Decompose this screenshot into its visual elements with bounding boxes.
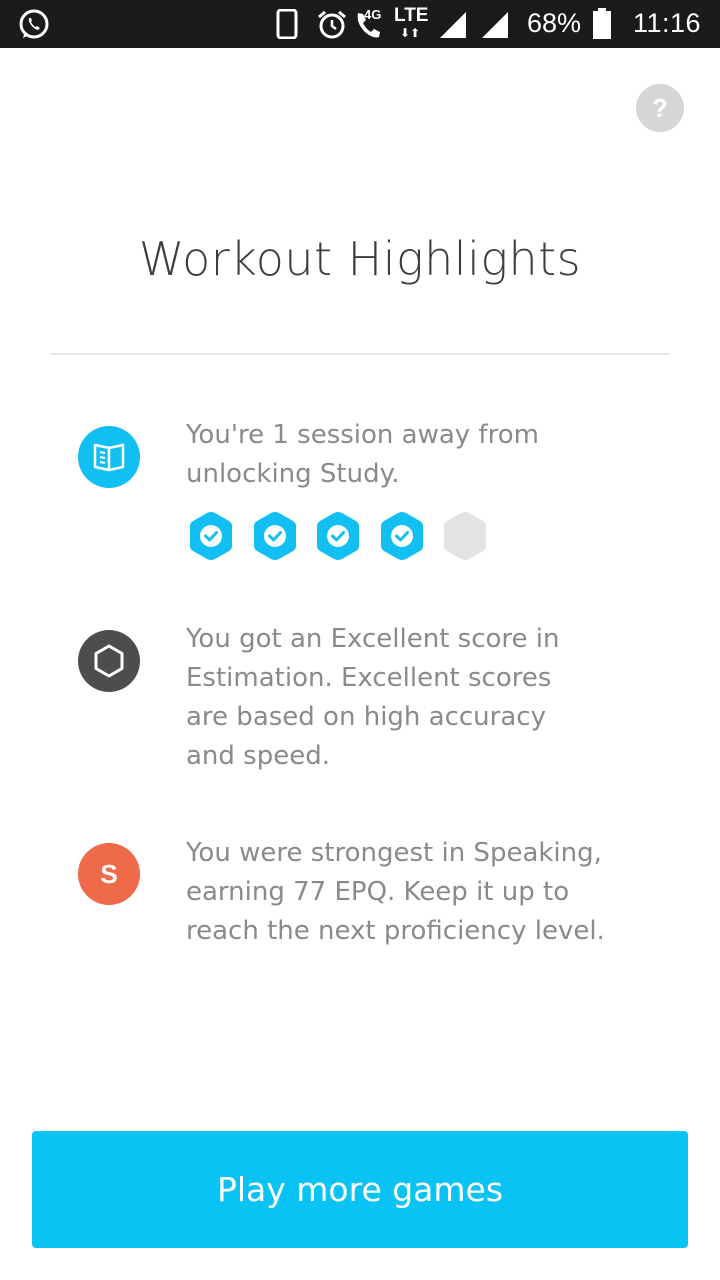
highlight-line: are based on high accuracy <box>186 702 546 732</box>
signal-icon <box>438 10 468 44</box>
alarm-icon <box>316 9 348 45</box>
clock: 11:16 <box>633 8 702 38</box>
highlight-study-text: You're 1 session away from unlocking Stu… <box>186 416 646 494</box>
data-arrows-icon: ⬇⬆ <box>400 26 421 40</box>
battery-percent: 68% <box>527 8 582 38</box>
session-pending-icon <box>442 510 488 566</box>
play-more-games-button[interactable]: Play more games <box>32 1131 688 1248</box>
session-complete-icon <box>379 510 425 566</box>
highlight-line: unlocking Study. <box>186 459 400 489</box>
study-book-icon <box>78 426 140 488</box>
session-complete-icon <box>188 510 234 566</box>
session-complete-icon <box>252 510 298 566</box>
highlight-line: You were strongest in Speaking, <box>186 838 602 868</box>
highlight-line: earning 77 EPQ. Keep it up to <box>186 877 570 907</box>
highlight-line: reach the next proficiency level. <box>186 916 605 946</box>
whatsapp-icon <box>16 7 52 47</box>
page-title: Workout Highlights <box>138 232 582 286</box>
highlight-estimation-text: You got an Excellent score in Estimation… <box>186 620 646 776</box>
speaking-icon: S <box>78 843 140 905</box>
highlight-line: You got an Excellent score in <box>186 624 560 654</box>
status-bar: 4G LTE ⬇⬆ 68% 11:16 <box>0 0 720 48</box>
network-4g-label: 4G <box>364 7 382 22</box>
highlight-line: You're 1 session away from <box>186 420 539 450</box>
signal-icon <box>480 10 510 44</box>
network-lte-label: LTE <box>394 5 429 26</box>
highlight-line: Estimation. Excellent scores <box>186 663 552 693</box>
battery-icon <box>592 8 612 44</box>
divider <box>50 353 670 355</box>
highlight-line: and speed. <box>186 741 330 771</box>
highlight-speaking-text: You were strongest in Speaking, earning … <box>186 834 646 951</box>
session-complete-icon <box>315 510 361 566</box>
estimation-hexagon-icon <box>78 630 140 692</box>
phone-icon <box>276 8 298 43</box>
help-button[interactable]: ? <box>636 84 684 132</box>
